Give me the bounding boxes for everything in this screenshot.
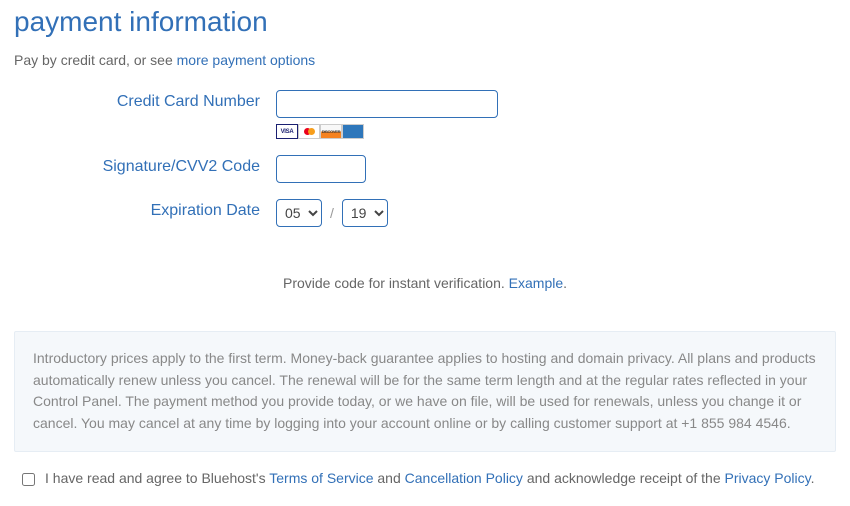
cvv-input[interactable] — [276, 155, 366, 183]
exp-month-select[interactable]: 05 — [276, 199, 322, 227]
cc-number-input[interactable] — [276, 90, 498, 118]
agree-text: I have read and agree to Bluehost's Term… — [45, 470, 815, 486]
pay-by-line: Pay by credit card, or see more payment … — [14, 52, 836, 68]
exp-year-select[interactable]: 19 — [342, 199, 388, 227]
terms-notice-box: Introductory prices apply to the first t… — [14, 331, 836, 452]
verify-example-link[interactable]: Example — [509, 275, 563, 291]
expiration-label: Expiration Date — [14, 199, 276, 220]
page-title: payment information — [14, 6, 836, 38]
more-payment-options-link[interactable]: more payment options — [177, 52, 316, 68]
cvv-label: Signature/CVV2 Code — [14, 155, 276, 176]
verify-line: Provide code for instant verification. E… — [14, 275, 836, 291]
discover-icon: DISCOVER — [320, 124, 342, 139]
cancellation-link[interactable]: Cancellation Policy — [405, 470, 523, 486]
exp-separator: / — [330, 205, 334, 221]
pay-by-prefix: Pay by credit card, or see — [14, 52, 177, 68]
amex-icon — [342, 124, 364, 139]
cc-number-label: Credit Card Number — [14, 90, 276, 111]
privacy-link[interactable]: Privacy Policy — [725, 470, 811, 486]
verify-text: Provide code for instant verification. — [283, 275, 509, 291]
mastercard-icon — [298, 124, 320, 139]
card-icons: VISA DISCOVER — [276, 124, 498, 139]
tos-link[interactable]: Terms of Service — [269, 470, 373, 486]
agree-checkbox[interactable] — [22, 473, 35, 486]
visa-icon: VISA — [276, 124, 298, 139]
